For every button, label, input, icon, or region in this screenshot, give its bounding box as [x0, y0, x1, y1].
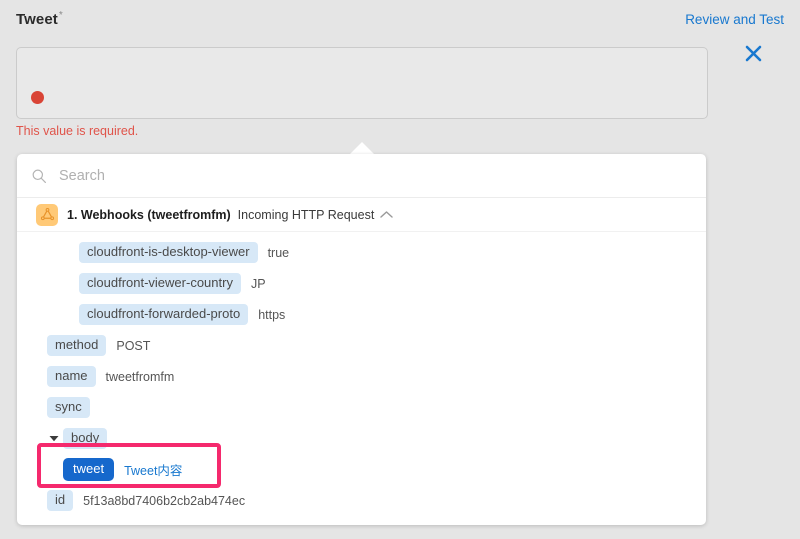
field-value: tweetfromfm	[105, 369, 175, 384]
field-name-chip[interactable]: sync	[47, 396, 90, 419]
field-value: POST	[116, 338, 151, 353]
field-name-chip[interactable]: body	[63, 427, 108, 450]
field-list: cloudfront-is-desktop-viewer true cloudfro…	[17, 232, 706, 516]
field-name-chip[interactable]: name	[47, 365, 96, 388]
field-row[interactable]: cloudfront-forwarded-proto https	[17, 299, 706, 330]
field-row[interactable]: id 5f13a8bd7406b2cb2ab474ec	[17, 485, 706, 516]
group-header-webhooks[interactable]: 1. Webhooks (tweetfromfm) Incoming HTTP …	[17, 198, 706, 232]
field-value: JP	[250, 276, 266, 291]
chevron-up-icon[interactable]	[380, 210, 394, 219]
search-icon	[32, 169, 46, 183]
field-value: https	[258, 307, 286, 322]
search-input[interactable]	[57, 166, 692, 185]
field-row[interactable]: tweet Tweet内容	[17, 454, 706, 485]
field-name-chip[interactable]: tweet	[63, 457, 115, 482]
field-row[interactable]: sync	[17, 392, 706, 423]
field-row[interactable]: body	[17, 423, 706, 454]
field-name-chip[interactable]: cloudfront-is-desktop-viewer	[79, 241, 258, 264]
field-row[interactable]: method POST	[17, 330, 706, 361]
disclosure-triangle-icon[interactable]	[47, 435, 61, 442]
search-row[interactable]	[17, 154, 706, 198]
field-name-chip[interactable]: cloudfront-viewer-country	[79, 272, 241, 295]
field-row[interactable]: cloudfront-is-desktop-viewer true	[17, 237, 706, 268]
field-name-chip[interactable]: id	[47, 489, 74, 512]
page-title: Tweet*	[16, 10, 63, 28]
webhooks-icon	[36, 203, 58, 226]
required-marker: *	[58, 10, 63, 21]
tweet-input[interactable]	[16, 47, 708, 119]
field-row[interactable]: name tweetfromfm	[17, 361, 706, 392]
field-value: 5f13a8bd7406b2cb2ab474ec	[83, 493, 246, 508]
token-dot-icon	[31, 91, 44, 104]
group-title: 1. Webhooks (tweetfromfm)	[67, 207, 231, 222]
review-and-test-link[interactable]: Review and Test	[685, 12, 784, 27]
close-icon[interactable]	[740, 40, 766, 66]
field-name-chip[interactable]: cloudfront-forwarded-proto	[79, 303, 249, 326]
field-value: Tweet内容	[124, 464, 183, 478]
field-row[interactable]: cloudfront-viewer-country JP	[17, 268, 706, 299]
field-name-chip[interactable]: method	[47, 334, 107, 357]
group-subtitle: Incoming HTTP Request	[237, 207, 375, 222]
tweet-field-form: Tweet* Review and Test This value is req…	[0, 0, 800, 150]
validation-message: This value is required.	[16, 124, 139, 138]
field-label-text: Tweet	[16, 11, 58, 28]
field-value: true	[267, 245, 290, 260]
field-picker-panel: 1. Webhooks (tweetfromfm) Incoming HTTP …	[17, 154, 706, 525]
